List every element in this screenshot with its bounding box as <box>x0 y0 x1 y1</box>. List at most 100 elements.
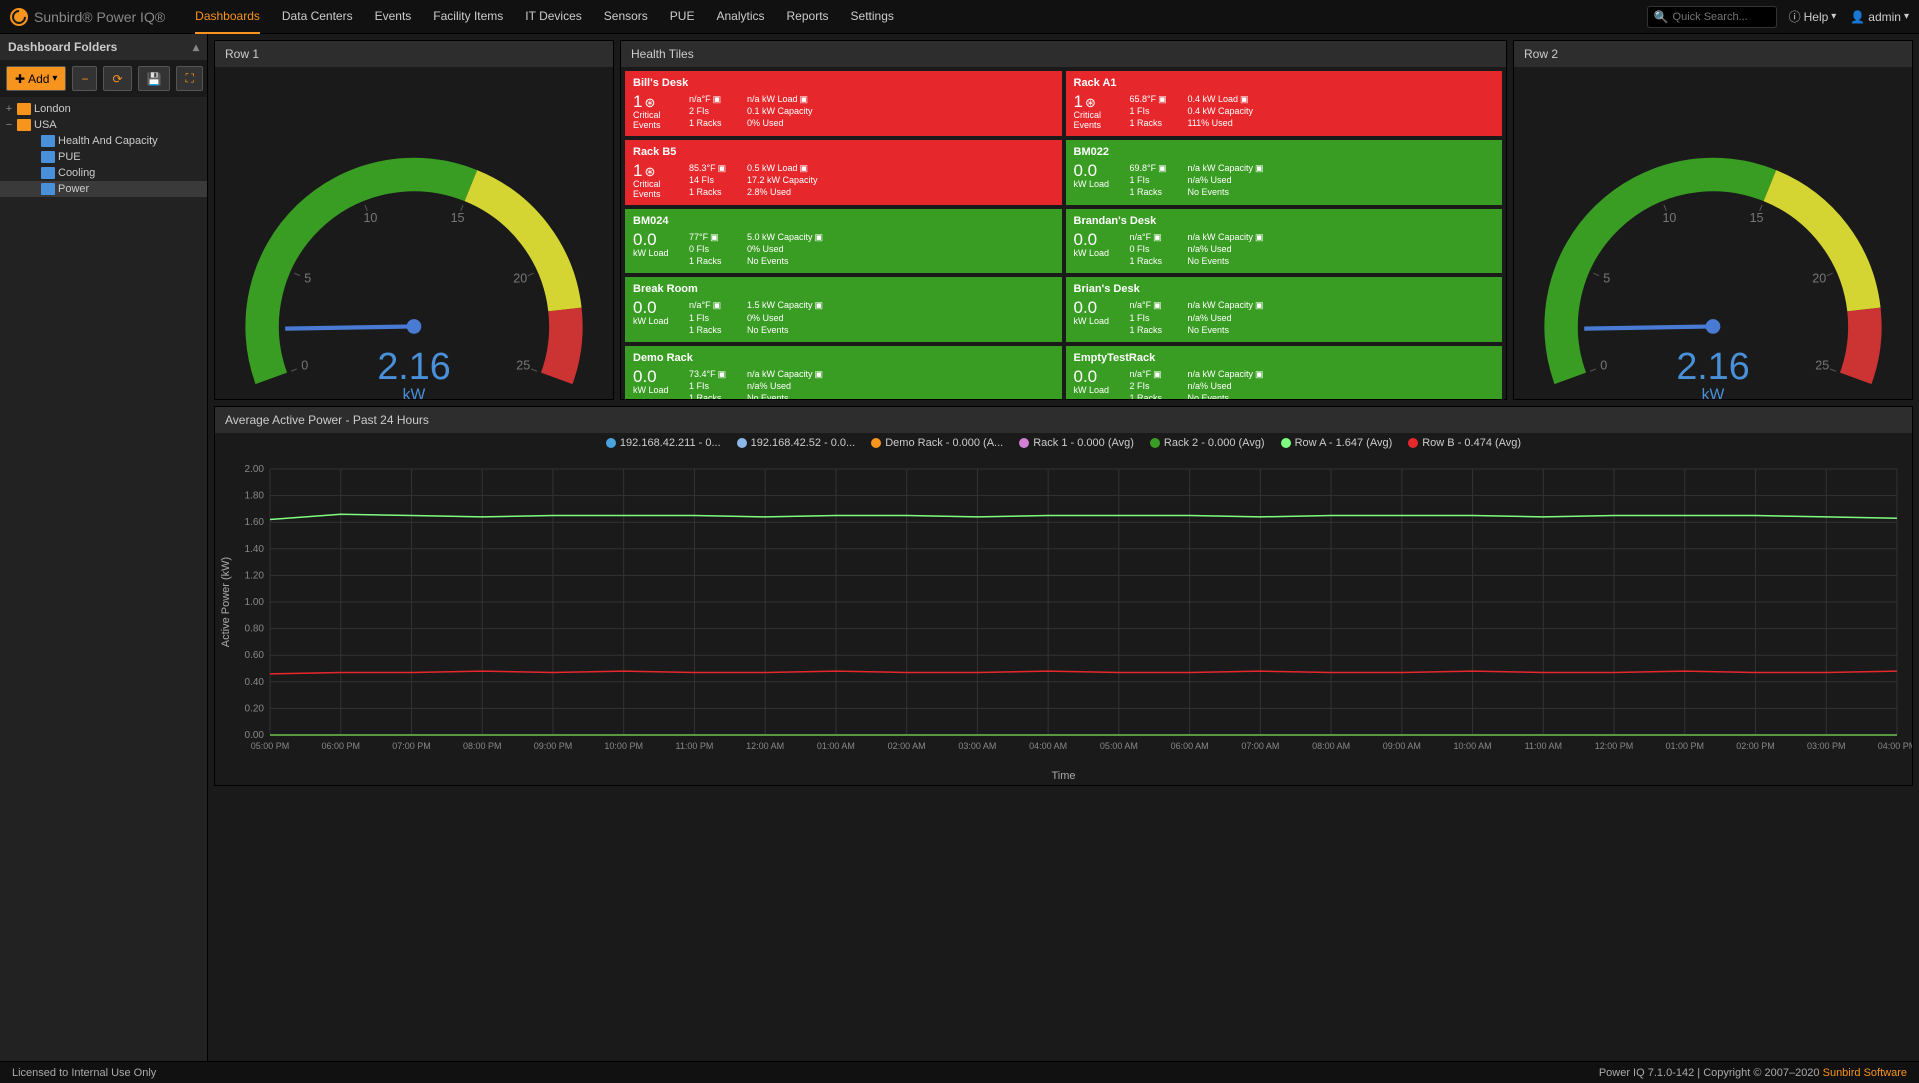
expand-icon[interactable]: + <box>4 103 14 115</box>
fullscreen-button[interactable]: ⛶ <box>176 66 202 91</box>
expand-icon[interactable]: − <box>4 119 14 131</box>
tile-name: Rack B5 <box>633 146 1054 158</box>
svg-text:10:00 AM: 10:00 AM <box>1454 741 1492 751</box>
dashboard-icon <box>41 151 55 163</box>
nav-tab-settings[interactable]: Settings <box>851 0 894 34</box>
nav-tab-it-devices[interactable]: IT Devices <box>525 0 581 34</box>
legend-item[interactable]: Demo Rack - 0.000 (A... <box>871 437 1003 449</box>
footer-license: Licensed to Internal Use Only <box>12 1067 156 1079</box>
expand-icon <box>711 94 722 104</box>
tiles-scroll[interactable]: Bill's Desk1Critical Eventsn/a°F2 FIs1 R… <box>621 67 1506 399</box>
quick-search[interactable]: 🔍 <box>1647 6 1777 28</box>
widget-title: Average Active Power - Past 24 Hours <box>215 407 1912 433</box>
svg-text:05:00 PM: 05:00 PM <box>251 741 290 751</box>
svg-text:1.00: 1.00 <box>245 597 265 608</box>
refresh-button[interactable]: ⟳ <box>103 66 131 91</box>
folder-icon <box>17 119 31 131</box>
svg-text:09:00 PM: 09:00 PM <box>534 741 573 751</box>
footer-brand-link[interactable]: Sunbird Software <box>1823 1067 1907 1079</box>
health-tile[interactable]: EmptyTestRack0.0kW Loadn/a°F2 FIs1 Racks… <box>1066 346 1503 399</box>
svg-text:1.80: 1.80 <box>245 491 265 502</box>
svg-text:20: 20 <box>513 272 527 286</box>
legend-dot-icon <box>606 438 616 448</box>
health-tile[interactable]: Demo Rack0.0kW Load73.4°F1 FIs1 Racksn/a… <box>625 346 1062 399</box>
nav-tab-data-centers[interactable]: Data Centers <box>282 0 353 34</box>
health-tile[interactable]: Bill's Desk1Critical Eventsn/a°F2 FIs1 R… <box>625 71 1062 136</box>
gauge-row1: 05101520252.16kW <box>215 67 613 399</box>
tile-value: 0.0 <box>633 299 689 316</box>
tile-name: Rack A1 <box>1074 77 1495 89</box>
dashboard-power[interactable]: Power <box>0 181 207 197</box>
nav-tab-dashboards[interactable]: Dashboards <box>195 0 260 34</box>
folder-london[interactable]: +London <box>0 101 207 117</box>
health-tile[interactable]: Brian's Desk0.0kW Loadn/a°F1 FIs1 Racksn… <box>1066 277 1503 341</box>
tile-name: Brian's Desk <box>1074 283 1495 295</box>
tile-value: 0.0 <box>1074 162 1130 179</box>
tile-sublabel: Critical Events <box>1074 110 1130 130</box>
nav-tab-pue[interactable]: PUE <box>670 0 695 34</box>
tile-sublabel: kW Load <box>633 385 689 395</box>
legend-item[interactable]: Row B - 0.474 (Avg) <box>1408 437 1521 449</box>
svg-text:12:00 AM: 12:00 AM <box>746 741 784 751</box>
folder-icon <box>17 103 31 115</box>
legend-label: Rack 1 - 0.000 (Avg) <box>1033 437 1134 449</box>
tile-name: BM024 <box>633 215 1054 227</box>
collapse-icon[interactable]: ▴ <box>193 40 199 54</box>
top-nav: Sunbird® Power IQ® DashboardsData Center… <box>0 0 1919 34</box>
legend-label: Demo Rack - 0.000 (A... <box>885 437 1003 449</box>
tile-mid: n/a°F1 FIs1 Racks <box>689 299 747 335</box>
tile-right: n/a kW Capacityn/a% UsedNo Events <box>1188 368 1495 399</box>
save-button[interactable]: 💾 <box>138 66 171 91</box>
folder-usa[interactable]: − USA <box>0 117 207 133</box>
expand-icon <box>1253 300 1264 310</box>
svg-text:02:00 AM: 02:00 AM <box>888 741 926 751</box>
nav-tab-facility-items[interactable]: Facility Items <box>433 0 503 34</box>
health-tile[interactable]: BM0220.0kW Load69.8°F1 FIs1 Racksn/a kW … <box>1066 140 1503 205</box>
legend-item[interactable]: Rack 1 - 0.000 (Avg) <box>1019 437 1134 449</box>
legend-item[interactable]: Rack 2 - 0.000 (Avg) <box>1150 437 1265 449</box>
expand-icon <box>1253 163 1264 173</box>
chevron-down-icon: ▾ <box>1904 11 1909 22</box>
tile-sublabel: Critical Events <box>633 110 689 130</box>
health-tile[interactable]: Brandan's Desk0.0kW Loadn/a°F0 FIs1 Rack… <box>1066 209 1503 273</box>
expand-icon <box>1156 94 1167 104</box>
expand-icon <box>1253 369 1264 379</box>
expand-icon <box>1156 163 1167 173</box>
search-icon: 🔍 <box>1654 10 1669 24</box>
tree-label: USA <box>34 119 57 131</box>
health-tile[interactable]: Break Room0.0kW Loadn/a°F1 FIs1 Racks1.5… <box>625 277 1062 341</box>
nav-tab-events[interactable]: Events <box>375 0 412 34</box>
expand-icon <box>1253 232 1264 242</box>
user-menu[interactable]: 👤admin ▾ <box>1850 10 1909 24</box>
legend-item[interactable]: Row A - 1.647 (Avg) <box>1281 437 1393 449</box>
legend-item[interactable]: 192.168.42.52 - 0.0... <box>737 437 856 449</box>
dashboard-health-and-capacity[interactable]: Health And Capacity <box>0 133 207 149</box>
nav-tab-reports[interactable]: Reports <box>787 0 829 34</box>
nav-tab-analytics[interactable]: Analytics <box>716 0 764 34</box>
search-input[interactable] <box>1673 11 1770 23</box>
svg-text:10: 10 <box>1662 211 1676 225</box>
legend-item[interactable]: 192.168.42.211 - 0... <box>606 437 721 449</box>
expand-icon <box>1151 369 1162 379</box>
remove-button[interactable]: − <box>72 66 97 91</box>
svg-text:10:00 PM: 10:00 PM <box>604 741 643 751</box>
tile-value: 1 <box>633 162 689 179</box>
health-tile[interactable]: Rack B51Critical Events85.3°F14 FIs1 Rac… <box>625 140 1062 205</box>
help-menu[interactable]: ⓘHelp ▾ <box>1789 8 1837 25</box>
critical-icon <box>1085 93 1096 110</box>
dashboard-cooling[interactable]: Cooling <box>0 165 207 181</box>
legend-label: 192.168.42.52 - 0.0... <box>751 437 856 449</box>
dashboard-pue[interactable]: PUE <box>0 149 207 165</box>
svg-text:06:00 PM: 06:00 PM <box>321 741 360 751</box>
nav-tab-sensors[interactable]: Sensors <box>604 0 648 34</box>
legend-dot-icon <box>737 438 747 448</box>
svg-text:12:00 PM: 12:00 PM <box>1595 741 1634 751</box>
widget-health-tiles: Health Tiles Bill's Desk1Critical Events… <box>620 40 1507 400</box>
add-button[interactable]: ✚ Add ▾ <box>6 66 66 91</box>
health-tile[interactable]: Rack A11Critical Events65.8°F1 FIs1 Rack… <box>1066 71 1503 136</box>
dashboard-icon <box>41 135 55 147</box>
tile-sublabel: Critical Events <box>633 179 689 199</box>
legend-label: Rack 2 - 0.000 (Avg) <box>1164 437 1265 449</box>
brand-name: Sunbird <box>34 9 82 25</box>
health-tile[interactable]: BM0240.0kW Load77°F0 FIs1 Racks5.0 kW Ca… <box>625 209 1062 273</box>
